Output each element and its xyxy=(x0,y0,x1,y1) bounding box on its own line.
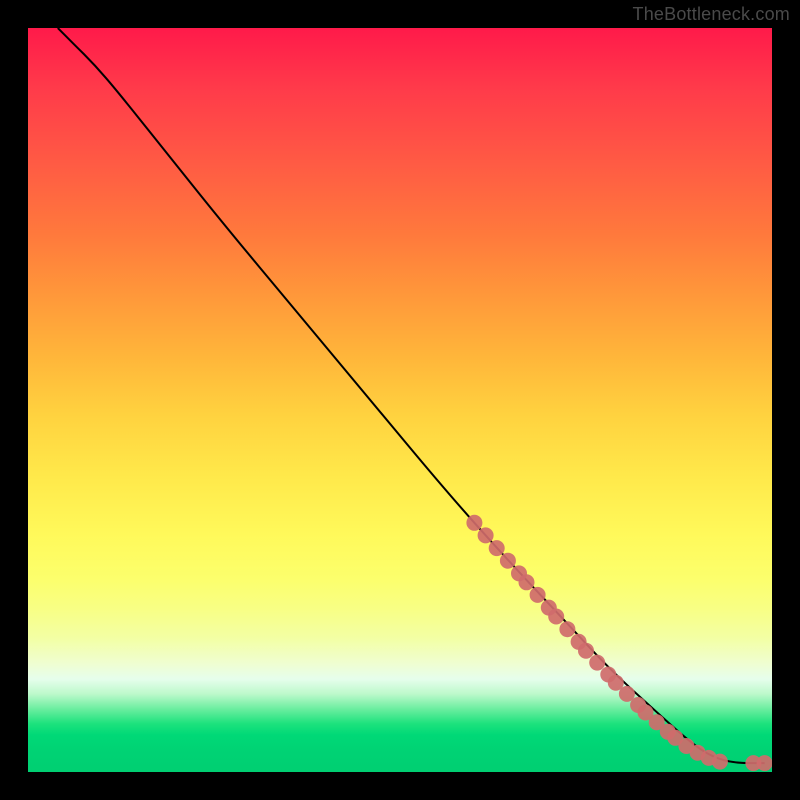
plot-area xyxy=(28,28,772,772)
data-point xyxy=(466,515,482,531)
data-point xyxy=(478,527,494,543)
chart-overlay xyxy=(28,28,772,772)
data-point xyxy=(578,643,594,659)
data-point xyxy=(530,587,546,603)
data-point xyxy=(757,755,772,771)
bottleneck-curve xyxy=(58,28,765,763)
data-point xyxy=(519,574,535,590)
data-point xyxy=(489,540,505,556)
data-point xyxy=(548,609,564,625)
data-point xyxy=(559,621,575,637)
watermark-text: TheBottleneck.com xyxy=(633,4,790,25)
data-point xyxy=(589,655,605,671)
data-points xyxy=(466,515,772,771)
data-point xyxy=(712,754,728,770)
chart-frame: TheBottleneck.com xyxy=(0,0,800,800)
data-point xyxy=(500,553,516,569)
